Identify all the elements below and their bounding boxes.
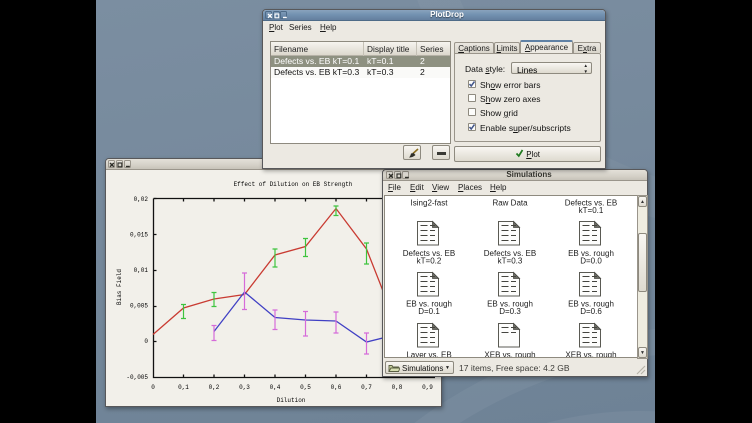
svg-text:Effect of Dilution on EB Stren: Effect of Dilution on EB Strength bbox=[234, 181, 353, 188]
svg-text:kT=0.1: kT=0.1 bbox=[579, 206, 604, 215]
svg-text:kT=0.2: kT=0.2 bbox=[417, 257, 442, 266]
svg-text:XEB vs. rough: XEB vs. rough bbox=[565, 351, 616, 359]
svg-text:0,015: 0,015 bbox=[130, 232, 148, 239]
svg-text:0,01: 0,01 bbox=[134, 267, 149, 274]
svg-text:0,5: 0,5 bbox=[300, 384, 311, 391]
svg-text:0,9: 0,9 bbox=[422, 384, 433, 391]
svg-text:D=0.3: D=0.3 bbox=[499, 307, 521, 316]
svg-text:-0,005: -0,005 bbox=[126, 374, 148, 381]
svg-text:kT=0.3: kT=0.3 bbox=[498, 257, 523, 266]
svg-text:0,005: 0,005 bbox=[130, 303, 148, 310]
svg-text:0,6: 0,6 bbox=[331, 384, 342, 391]
svg-text:0,4: 0,4 bbox=[270, 384, 281, 391]
svg-text:0,3: 0,3 bbox=[239, 384, 250, 391]
svg-text:0,2: 0,2 bbox=[209, 384, 220, 391]
svg-text:Raw Data: Raw Data bbox=[492, 199, 528, 208]
svg-text:D=0.0: D=0.0 bbox=[580, 257, 602, 266]
svg-text:0,1: 0,1 bbox=[178, 384, 189, 391]
svg-text:0,02: 0,02 bbox=[134, 196, 149, 203]
svg-text:D=0.6: D=0.6 bbox=[580, 307, 602, 316]
svg-text:0: 0 bbox=[144, 338, 148, 345]
svg-text:0,8: 0,8 bbox=[392, 384, 403, 391]
svg-text:0,7: 0,7 bbox=[361, 384, 372, 391]
svg-text:D=0.1: D=0.1 bbox=[418, 307, 440, 316]
svg-text:Dilution: Dilution bbox=[277, 397, 306, 404]
svg-text:0: 0 bbox=[151, 384, 155, 391]
svg-text:Ising2-fast: Ising2-fast bbox=[411, 199, 449, 208]
svg-text:XEB vs. rough: XEB vs. rough bbox=[484, 351, 535, 359]
svg-text:Layer vs. EB: Layer vs. EB bbox=[406, 351, 451, 359]
svg-text:Bias Field: Bias Field bbox=[116, 269, 123, 305]
